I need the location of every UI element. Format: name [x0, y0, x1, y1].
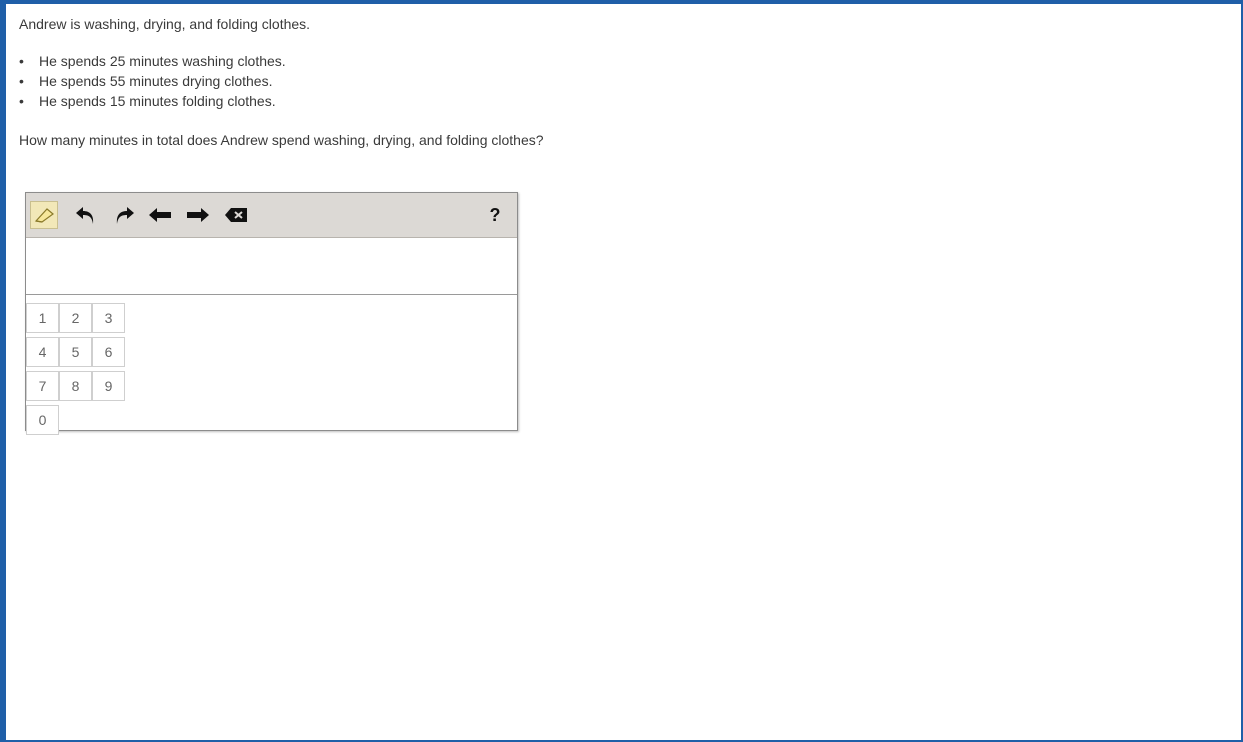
key-8[interactable]: 8 — [59, 371, 92, 401]
bullet-item: He spends 25 minutes washing clothes. — [19, 51, 1233, 71]
bullet-item: He spends 55 minutes drying clothes. — [19, 71, 1233, 91]
key-9[interactable]: 9 — [92, 371, 125, 401]
eraser-icon[interactable] — [30, 201, 58, 229]
key-6[interactable]: 6 — [92, 337, 125, 367]
bullet-item: He spends 15 minutes folding clothes. — [19, 91, 1233, 111]
undo-icon[interactable] — [72, 201, 100, 229]
key-5[interactable]: 5 — [59, 337, 92, 367]
key-3[interactable]: 3 — [92, 303, 125, 333]
key-1[interactable]: 1 — [26, 303, 59, 333]
arrow-right-icon[interactable] — [184, 201, 212, 229]
question-prompt: How many minutes in total does Andrew sp… — [19, 132, 544, 148]
arrow-left-icon[interactable] — [146, 201, 174, 229]
redo-icon[interactable] — [110, 201, 138, 229]
question-bullets: He spends 25 minutes washing clothes. He… — [19, 51, 1233, 111]
key-7[interactable]: 7 — [26, 371, 59, 401]
editor-toolbar: ? — [26, 193, 517, 238]
key-0[interactable]: 0 — [26, 405, 59, 435]
equation-editor: ? 1 2 3 4 5 6 7 8 9 0 — [25, 192, 518, 435]
question-intro: Andrew is washing, drying, and folding c… — [19, 16, 311, 32]
key-4[interactable]: 4 — [26, 337, 59, 367]
help-button[interactable]: ? — [481, 201, 509, 229]
question-frame: Andrew is washing, drying, and folding c… — [0, 0, 1243, 742]
question-content: Andrew is washing, drying, and folding c… — [19, 12, 1233, 435]
key-2[interactable]: 2 — [59, 303, 92, 333]
answer-input[interactable] — [26, 238, 517, 295]
backspace-icon[interactable] — [222, 201, 250, 229]
